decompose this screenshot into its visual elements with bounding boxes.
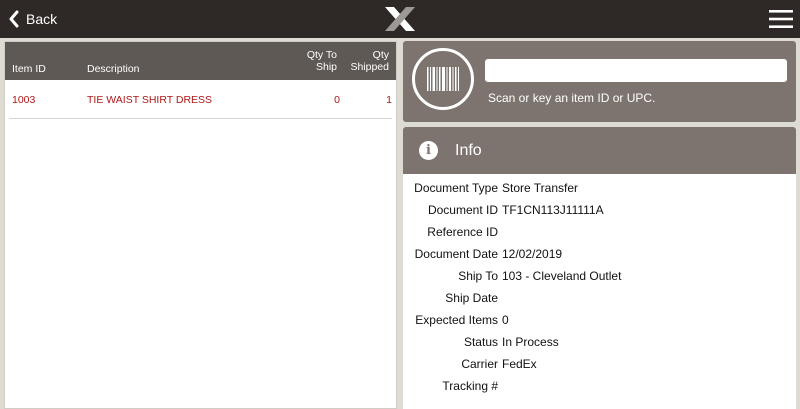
info-label: Ship To bbox=[458, 269, 498, 283]
info-value: 0 bbox=[502, 313, 509, 327]
header-qty-to-ship: Qty To Ship bbox=[306, 49, 337, 73]
hamburger-menu-icon[interactable] bbox=[768, 7, 794, 31]
info-row-document-id: Document ID TF1CN113J11111A bbox=[403, 203, 796, 225]
chevron-left-icon bbox=[9, 10, 19, 28]
info-value: 103 - Cleveland Outlet bbox=[502, 269, 622, 283]
info-details: Document Type Store Transfer Document ID… bbox=[403, 174, 796, 409]
row-qty-shipped: 1 bbox=[386, 94, 392, 106]
info-header[interactable]: i Info bbox=[403, 127, 796, 174]
x-logo-icon bbox=[385, 7, 415, 31]
top-bar: Back bbox=[0, 0, 800, 38]
info-label: Document Date bbox=[414, 247, 498, 261]
item-scan-input[interactable] bbox=[485, 59, 787, 82]
barcode-icon bbox=[427, 67, 459, 91]
back-button[interactable]: Back bbox=[8, 9, 57, 29]
info-label: Reference ID bbox=[427, 225, 498, 239]
info-row-carrier: Carrier FedEx bbox=[403, 357, 796, 379]
info-row-ship-date: Ship Date bbox=[403, 291, 796, 313]
info-label: Ship Date bbox=[445, 291, 498, 305]
info-row-reference-id: Reference ID bbox=[403, 225, 796, 247]
row-item-id: 1003 bbox=[12, 94, 36, 106]
info-icon: i bbox=[419, 141, 438, 160]
table-row[interactable]: 1003 TIE WAIST SHIRT DRESS 0 1 bbox=[9, 84, 392, 119]
info-title: Info bbox=[455, 142, 482, 159]
info-value: FedEx bbox=[502, 357, 537, 371]
info-value: 12/02/2019 bbox=[502, 247, 563, 261]
info-row-status: Status In Process bbox=[403, 335, 796, 357]
items-table-header: Item ID Description Qty To Ship Qty Ship… bbox=[5, 42, 396, 80]
info-value: TF1CN113J11111A bbox=[502, 203, 604, 217]
header-description: Description bbox=[87, 63, 140, 75]
info-row-document-date: Document Date 12/02/2019 bbox=[403, 247, 796, 269]
back-label: Back bbox=[26, 11, 58, 27]
header-item-id: Item ID bbox=[12, 63, 46, 75]
info-label: Carrier bbox=[461, 357, 498, 371]
info-label: Expected Items bbox=[415, 313, 498, 327]
info-label: Document ID bbox=[427, 203, 498, 217]
info-label: Tracking # bbox=[442, 379, 498, 393]
scan-hint: Scan or key an item ID or UPC. bbox=[488, 91, 656, 105]
info-row-expected-items: Expected Items 0 bbox=[403, 313, 796, 335]
info-row-document-type: Document Type Store Transfer bbox=[403, 181, 796, 203]
items-panel: Item ID Description Qty To Ship Qty Ship… bbox=[4, 41, 397, 409]
info-value: Store Transfer bbox=[502, 181, 579, 195]
row-description: TIE WAIST SHIRT DRESS bbox=[87, 94, 213, 106]
info-row-ship-to: Ship To 103 - Cleveland Outlet bbox=[403, 269, 796, 291]
info-row-tracking: Tracking # bbox=[403, 379, 796, 401]
scan-panel: Scan or key an item ID or UPC. bbox=[403, 41, 796, 122]
info-label: Document Type bbox=[414, 181, 498, 195]
row-qty-to-ship: 0 bbox=[334, 94, 340, 106]
info-value: In Process bbox=[502, 335, 559, 349]
info-label: Status bbox=[463, 335, 498, 349]
header-qty-shipped: Qty Shipped bbox=[350, 49, 389, 73]
barcode-scan-button[interactable] bbox=[412, 48, 474, 110]
